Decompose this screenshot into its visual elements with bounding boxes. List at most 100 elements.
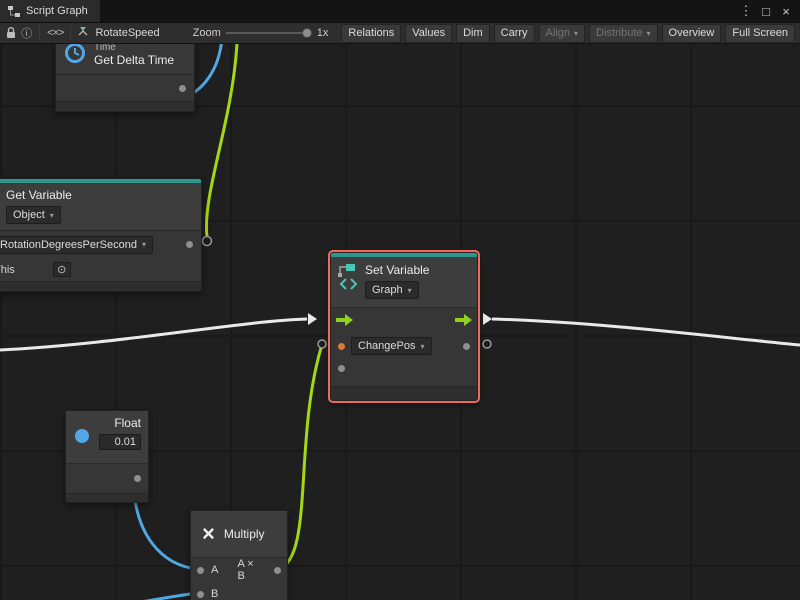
graph-asset-icon xyxy=(78,26,90,40)
graph-toolbar: ⓘ <×> RotateSpeed Zoom 1x Relations Valu… xyxy=(0,22,800,44)
graph-canvas[interactable]: Time Get Delta Time Get Variable Object … xyxy=(0,44,800,600)
toolbar-separator xyxy=(70,26,71,40)
node-float[interactable]: Float xyxy=(65,410,149,503)
dim-button[interactable]: Dim xyxy=(456,24,490,43)
node-title: Set Variable xyxy=(365,263,429,277)
multiply-input-b-port[interactable] xyxy=(197,591,204,598)
node-header: Time Get Delta Time xyxy=(56,44,194,74)
wire-flow-out[interactable] xyxy=(492,319,800,345)
node-get-delta-time[interactable]: Time Get Delta Time xyxy=(55,44,195,112)
relations-button[interactable]: Relations xyxy=(341,24,401,43)
node-footer xyxy=(66,493,148,502)
float-type-icon xyxy=(75,429,89,443)
node-header: Set Variable Graph ▾ xyxy=(331,257,477,307)
toolbar-buttons: Relations Values Dim Carry Align▾ Distri… xyxy=(341,24,795,43)
window-close-icon[interactable]: × xyxy=(776,0,796,22)
multiply-output-port[interactable] xyxy=(274,567,281,574)
node-port-row xyxy=(66,463,148,493)
node-footer xyxy=(56,101,194,111)
setvariable-flow-in-arrow[interactable] xyxy=(308,313,317,325)
setvariable-value-out-port[interactable] xyxy=(483,340,491,348)
node-header: Float xyxy=(66,411,148,463)
getvariable-output-port[interactable] xyxy=(203,237,212,246)
target-self-icon[interactable]: ⊙ xyxy=(53,262,71,277)
tab-title: Script Graph xyxy=(26,5,88,17)
variable-port[interactable] xyxy=(186,241,193,248)
variable-name-dropdown[interactable]: ChangePos ▾ xyxy=(351,337,432,355)
multiply-icon: × xyxy=(202,523,215,545)
port-row-b: B xyxy=(191,582,287,600)
port-a-label: A xyxy=(211,564,218,576)
chevron-down-icon: ▾ xyxy=(574,27,578,40)
scope-row: Object ▾ xyxy=(0,204,201,230)
multiply-input-a-port[interactable] xyxy=(197,567,204,574)
target-row: This ⊙ xyxy=(0,258,201,281)
node-port-row xyxy=(56,74,194,101)
fallback-input-port[interactable] xyxy=(338,365,345,372)
zoom-value: 1x xyxy=(317,27,329,39)
value-input-port[interactable] xyxy=(338,343,345,350)
chevron-down-icon: ▾ xyxy=(50,211,54,220)
node-body-spacer xyxy=(331,378,477,386)
fallback-port-row xyxy=(331,358,477,378)
align-button[interactable]: Align▾ xyxy=(539,24,585,43)
toolbar-separator xyxy=(39,26,40,40)
node-multiply[interactable]: × Multiply A A × B B xyxy=(190,510,288,600)
float-output-port[interactable] xyxy=(134,475,141,482)
port-b-label: B xyxy=(211,588,218,600)
variable-scope-dropdown[interactable]: Object ▾ xyxy=(6,206,61,224)
node-title: Get Variable xyxy=(0,183,201,204)
zoom-control: Zoom 1x xyxy=(193,27,329,39)
code-graph-icon[interactable]: <×> xyxy=(47,25,63,41)
distribute-button[interactable]: Distribute▾ xyxy=(589,24,657,43)
info-icon[interactable]: ⓘ xyxy=(21,25,32,41)
setvariable-value-in-port[interactable] xyxy=(318,340,326,348)
port-result-label: A × B xyxy=(237,558,260,582)
variable-name-row: RotationDegreesPerSecond ▾ xyxy=(0,231,201,258)
port-row-a: A A × B xyxy=(191,558,287,582)
window-menu-icon[interactable]: ⋮ xyxy=(736,0,756,22)
lock-icon[interactable] xyxy=(5,25,16,41)
chevron-down-icon: ▾ xyxy=(647,27,651,40)
zoom-label: Zoom xyxy=(193,27,221,39)
chevron-down-icon: ▾ xyxy=(142,240,146,249)
window-controls: ⋮ □ × xyxy=(736,0,800,22)
node-title: Float xyxy=(73,416,141,430)
zoom-slider[interactable] xyxy=(226,32,312,34)
value-output-port[interactable] xyxy=(463,343,470,350)
node-title: Get Delta Time xyxy=(94,53,174,67)
clock-icon xyxy=(64,44,86,67)
graph-variable-icon xyxy=(338,263,358,301)
carry-button[interactable]: Carry xyxy=(494,24,535,43)
wire-to-multiply-b[interactable] xyxy=(130,593,197,600)
flow-out-arrow-icon[interactable] xyxy=(455,314,472,329)
deltatime-output-port[interactable] xyxy=(179,85,186,92)
chevron-down-icon: ▾ xyxy=(408,286,412,295)
fullscreen-button[interactable]: Full Screen xyxy=(725,24,795,43)
node-get-variable[interactable]: Get Variable Object ▾ RotationDegreesPer… xyxy=(0,178,202,292)
variable-name-dropdown[interactable]: RotationDegreesPerSecond ▾ xyxy=(0,236,153,254)
node-group-label: Time xyxy=(94,44,174,53)
node-set-variable[interactable]: Set Variable Graph ▾ ChangePos xyxy=(330,252,478,401)
values-button[interactable]: Values xyxy=(405,24,452,43)
wire-flow-in[interactable] xyxy=(0,319,307,350)
window-tab-bar: Script Graph ⋮ □ × xyxy=(0,0,800,22)
node-header: × Multiply xyxy=(191,511,287,557)
script-graph-icon xyxy=(8,6,20,17)
tab-script-graph[interactable]: Script Graph xyxy=(0,0,100,22)
float-value-field[interactable] xyxy=(99,434,141,450)
setvariable-flow-out-arrow[interactable] xyxy=(483,313,492,325)
target-label: This xyxy=(0,264,15,276)
variable-value-row: ChangePos ▾ xyxy=(331,334,477,358)
chevron-down-icon: ▾ xyxy=(421,342,425,351)
node-footer xyxy=(331,386,477,400)
variable-scope-dropdown[interactable]: Graph ▾ xyxy=(365,281,419,299)
node-footer xyxy=(0,281,201,291)
node-title: Multiply xyxy=(224,527,265,541)
flow-in-arrow-icon[interactable] xyxy=(336,314,353,329)
flow-port-row xyxy=(331,308,477,334)
overview-button[interactable]: Overview xyxy=(662,24,722,43)
zoom-slider-thumb[interactable] xyxy=(302,28,312,38)
graph-name-label: RotateSpeed xyxy=(78,26,159,40)
window-maximize-icon[interactable]: □ xyxy=(756,0,776,22)
